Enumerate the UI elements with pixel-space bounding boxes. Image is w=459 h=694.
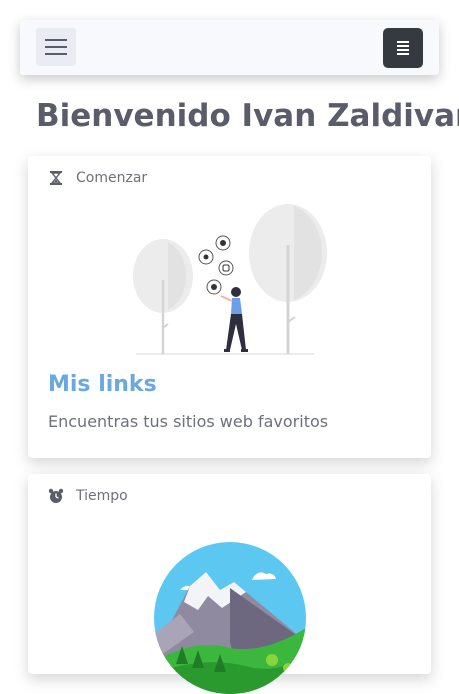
hourglass-icon xyxy=(50,171,62,185)
sidebar-toggle-button[interactable] xyxy=(36,28,76,66)
card-header: Comenzar xyxy=(48,170,147,186)
links-card[interactable]: Comenzar Mis links Encuentras tus sitios… xyxy=(28,156,431,458)
card-description: Encuentras tus sitios web favoritos xyxy=(48,412,329,431)
card-header: Tiempo xyxy=(48,488,128,504)
options-menu-button[interactable] xyxy=(383,28,423,68)
card-header-label: Tiempo xyxy=(76,488,128,504)
weather-card[interactable]: Tiempo xyxy=(28,474,431,694)
top-navbar xyxy=(20,20,439,75)
mountain-landscape-illustration xyxy=(154,542,306,694)
hamburger-icon xyxy=(45,39,67,41)
social-media-illustration xyxy=(133,204,327,355)
list-icon xyxy=(397,41,409,43)
page-title: Bienvenido Ivan Zaldivar xyxy=(36,98,459,134)
alarm-clock-icon xyxy=(48,488,64,503)
card-header-label: Comenzar xyxy=(76,170,148,186)
card-title[interactable]: Mis links xyxy=(48,372,157,397)
